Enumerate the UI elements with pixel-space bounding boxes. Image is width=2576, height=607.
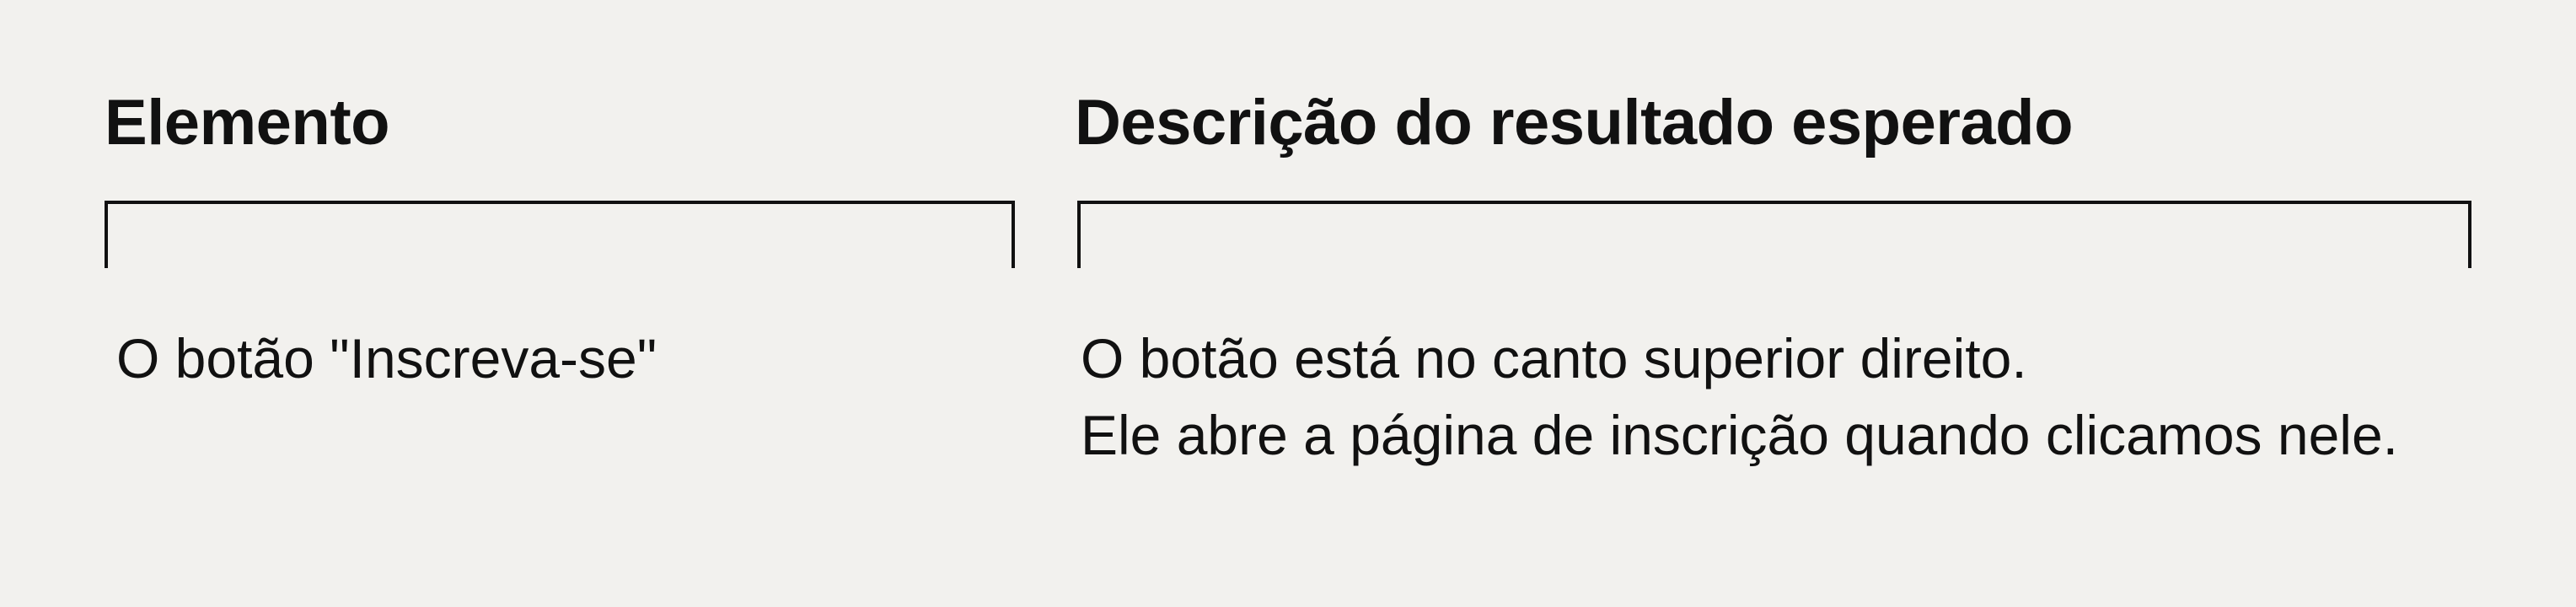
description-cell-line-2: Ele abre a página de inscrição quando cl… (1081, 404, 2398, 466)
description-column-divider (1077, 201, 2471, 268)
description-cell-line-1: O botão está no canto superior direito. (1081, 327, 2027, 389)
element-column-divider (105, 201, 1015, 268)
column-header-element: Elemento (105, 87, 390, 158)
element-cell-text: O botão "Inscreva-se" (116, 327, 657, 389)
column-header-expected-result: Descrição do resultado esperado (1075, 87, 2074, 158)
